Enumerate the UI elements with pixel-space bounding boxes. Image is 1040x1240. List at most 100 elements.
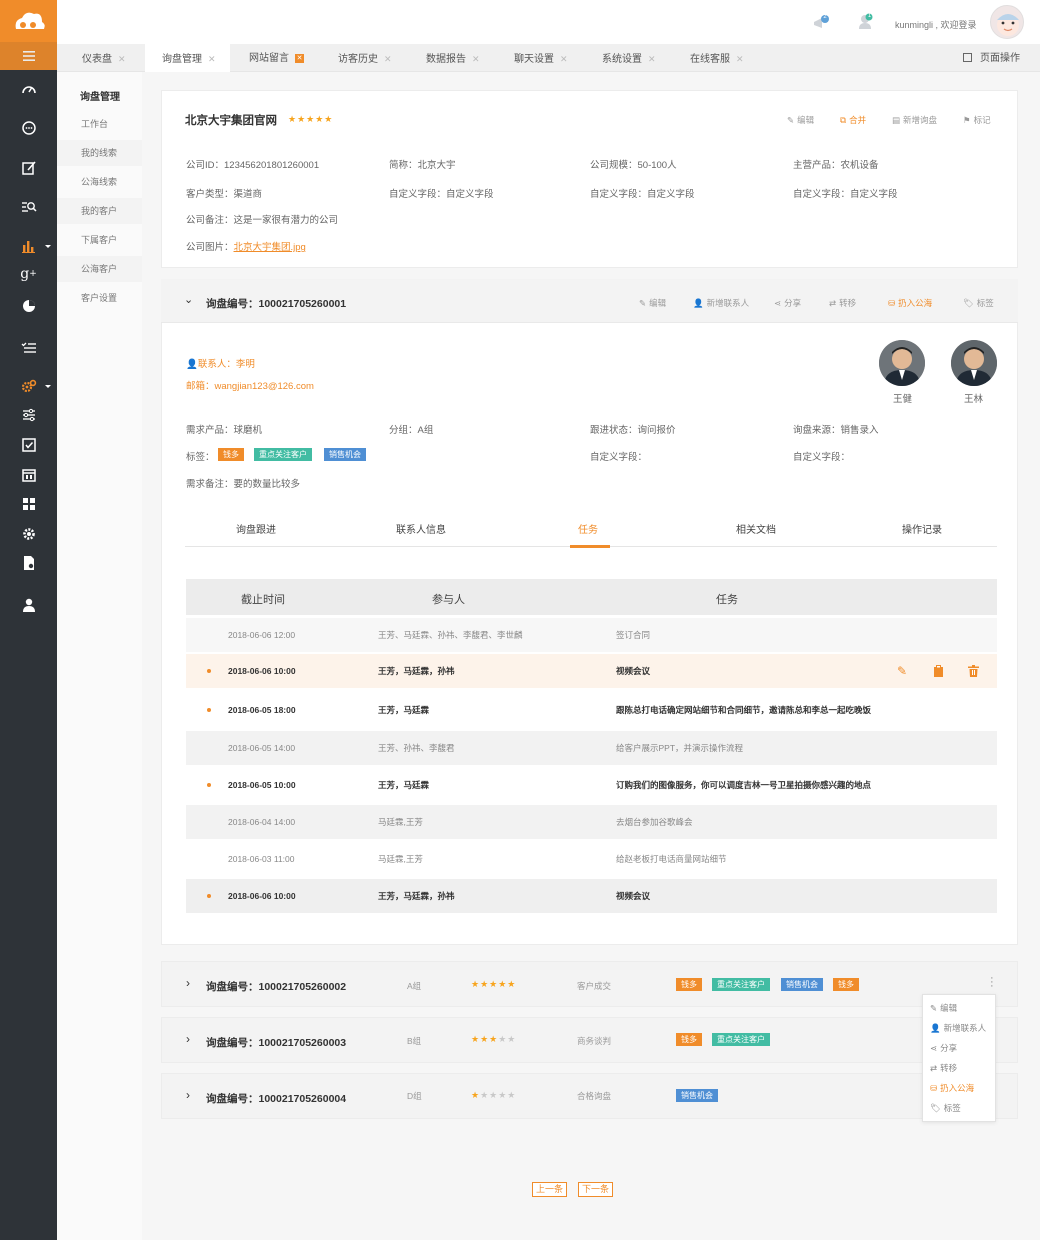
- edit-button[interactable]: ✎ 编辑: [787, 114, 814, 126]
- merge-button[interactable]: ⧉ 合并: [840, 114, 866, 126]
- more-options-icon[interactable]: · · ·: [990, 973, 994, 992]
- gears-icon[interactable]: [0, 373, 57, 399]
- search-list-icon[interactable]: [0, 194, 57, 220]
- chevron-right-icon[interactable]: ›: [186, 1088, 190, 1102]
- document-settings-icon[interactable]: [0, 550, 57, 576]
- chevron-right-icon[interactable]: ›: [186, 976, 190, 990]
- company-rating: ★★★★★: [288, 114, 334, 124]
- share-button[interactable]: ⋖ 分享: [774, 297, 801, 309]
- settings-gear-icon[interactable]: [0, 521, 57, 547]
- tab-operation-log[interactable]: 操作记录: [902, 521, 942, 536]
- user-profile-icon[interactable]: [0, 592, 57, 618]
- app-logo[interactable]: [0, 0, 57, 42]
- close-icon[interactable]: ✕: [472, 54, 480, 64]
- chevron-right-icon[interactable]: ›: [186, 1032, 190, 1046]
- inquiry-status: 客户成交: [577, 981, 612, 991]
- add-contact-button[interactable]: 👤 新增联系人: [693, 297, 749, 309]
- table-row[interactable]: 2018-06-06 12:00 王芳、马廷霖、孙祎、李馥君、李世麟 签订合同: [186, 618, 997, 652]
- submenu-item[interactable]: 我的客户: [57, 198, 142, 224]
- table-row[interactable]: 2018-06-04 14:00 马廷霖,王芳 去烟台参加谷歌峰会: [186, 805, 997, 839]
- tab-site-messages[interactable]: 网站留言 ✕: [249, 44, 304, 72]
- calendar-icon[interactable]: [0, 462, 57, 488]
- tab-chat-settings[interactable]: 聊天设置 ✕: [514, 44, 568, 72]
- tab-online-service[interactable]: 在线客服 ✕: [690, 44, 744, 72]
- submenu-item[interactable]: 客户设置: [57, 285, 142, 311]
- table-row[interactable]: 2018-06-05 18:00 王芳，马廷霖 跟陈总打电话确定网站细节和合同细…: [186, 690, 997, 730]
- popup-share[interactable]: ⋖ 分享: [930, 1042, 957, 1054]
- unread-dot: [207, 783, 211, 787]
- grid-icon[interactable]: [0, 491, 57, 517]
- table-row[interactable]: 2018-06-05 10:00 王芳，马廷霖 订购我们的图像服务，你可以调度吉…: [186, 766, 997, 804]
- mark-button[interactable]: ⚑ 标记: [963, 114, 991, 126]
- tab-data-reports[interactable]: 数据报告 ✕: [426, 44, 480, 72]
- pie-chart-icon[interactable]: [0, 293, 57, 319]
- tag-badge: 重点关注客户: [712, 978, 770, 991]
- hamburger-menu-icon[interactable]: [0, 42, 57, 70]
- trash-icon[interactable]: [968, 654, 979, 688]
- submenu-item[interactable]: 公海客户: [57, 256, 142, 282]
- tab-tasks[interactable]: 任务: [578, 521, 598, 536]
- tag-badge: 重点关注客户: [254, 448, 312, 461]
- popup-transfer[interactable]: ⇄ 转移: [930, 1062, 957, 1074]
- close-icon[interactable]: ✕: [118, 54, 126, 64]
- chevron-down-icon[interactable]: ⌄: [184, 293, 193, 306]
- pencil-icon: ✎: [787, 114, 795, 125]
- table-row[interactable]: 2018-06-03 11:00 马廷霖,王芳 给赵老板打电话商量网站细节: [186, 842, 997, 876]
- custom-field: 自定义字段：: [590, 452, 648, 463]
- close-icon[interactable]: ✕: [736, 54, 744, 64]
- add-user-icon: 👤: [930, 1022, 941, 1033]
- tab-documents[interactable]: 相关文档: [736, 521, 776, 536]
- close-icon[interactable]: ✕: [295, 53, 304, 63]
- dashboard-gauge-icon[interactable]: [0, 77, 57, 103]
- submenu-item[interactable]: 工作台: [57, 111, 142, 137]
- company-image-link[interactable]: 北京大宇集团.jpg: [234, 242, 306, 253]
- edit-note-icon[interactable]: [0, 155, 57, 181]
- chat-bubble-icon[interactable]: [0, 115, 57, 141]
- tab-visitor-history[interactable]: 访客历史 ✕: [338, 44, 392, 72]
- popup-tag[interactable]: 🏷 标签: [930, 1102, 961, 1114]
- close-icon[interactable]: ✕: [208, 54, 216, 64]
- clipboard-icon[interactable]: [933, 654, 944, 688]
- sliders-icon[interactable]: [0, 402, 57, 428]
- edit-icon[interactable]: ✎: [897, 654, 907, 688]
- tab-contacts[interactable]: 联系人信息: [396, 521, 446, 536]
- contact-email[interactable]: 邮箱：wangjian123@126.com: [186, 378, 314, 392]
- tab-inquiry-management[interactable]: 询盘管理 ✕: [145, 44, 230, 72]
- popup-add-contact[interactable]: 👤 新增联系人: [930, 1022, 986, 1034]
- avatar[interactable]: [879, 340, 925, 386]
- avatar[interactable]: [990, 5, 1024, 39]
- new-inquiry-button[interactable]: ▤ 新增询盘: [892, 114, 937, 126]
- next-button[interactable]: 下一条: [578, 1182, 614, 1197]
- avatar[interactable]: [951, 340, 997, 386]
- google-plus-icon[interactable]: g +: [0, 262, 57, 286]
- tag-button[interactable]: 🏷 标签: [963, 297, 994, 309]
- tab-follow-up[interactable]: 询盘跟进: [236, 521, 276, 536]
- close-icon[interactable]: ✕: [384, 54, 392, 64]
- submenu-item[interactable]: 公海线索: [57, 169, 142, 195]
- document-icon: ▤: [892, 114, 901, 125]
- notification-icon[interactable]: 2: [812, 14, 830, 35]
- tab-dashboard[interactable]: 仪表盘 ✕: [82, 44, 126, 72]
- prev-button[interactable]: 上一条: [532, 1182, 568, 1197]
- checklist-icon[interactable]: [0, 335, 57, 361]
- edit-button[interactable]: ✎ 编辑: [639, 297, 666, 309]
- table-row[interactable]: 2018-06-05 14:00 王芳、孙祎、李馥君 给客户展示PPT，并演示操…: [186, 731, 997, 765]
- user-alert-icon[interactable]: 1: [856, 13, 874, 34]
- table-row[interactable]: 2018-06-06 10:00 王芳，马廷霖，孙祎 视频会议: [186, 879, 997, 913]
- page-actions-button[interactable]: 页面操作: [963, 44, 1020, 72]
- checkbox-icon[interactable]: [0, 432, 57, 458]
- checkbox-icon: [963, 53, 972, 62]
- submenu-item[interactable]: 我的线索: [57, 140, 142, 166]
- custom-field: 自定义字段：: [793, 452, 851, 463]
- close-icon[interactable]: ✕: [560, 54, 568, 64]
- tab-system-settings[interactable]: 系统设置 ✕: [602, 44, 656, 72]
- transfer-button[interactable]: ⇄ 转移: [829, 297, 856, 309]
- table-row[interactable]: 2018-06-06 10:00 王芳，马廷霖，孙祎 视频会议 ✎: [186, 654, 997, 688]
- submenu-item[interactable]: 下属客户: [57, 227, 142, 253]
- close-icon[interactable]: ✕: [648, 54, 656, 64]
- popup-edit[interactable]: ✎ 编辑: [930, 1002, 957, 1014]
- popup-move-to-pool[interactable]: ⛁ 扔入公海: [930, 1082, 974, 1094]
- move-to-pool-button[interactable]: ⛁ 扔入公海: [888, 297, 932, 309]
- bar-chart-icon[interactable]: [0, 233, 57, 259]
- person-name: 王林: [964, 394, 984, 405]
